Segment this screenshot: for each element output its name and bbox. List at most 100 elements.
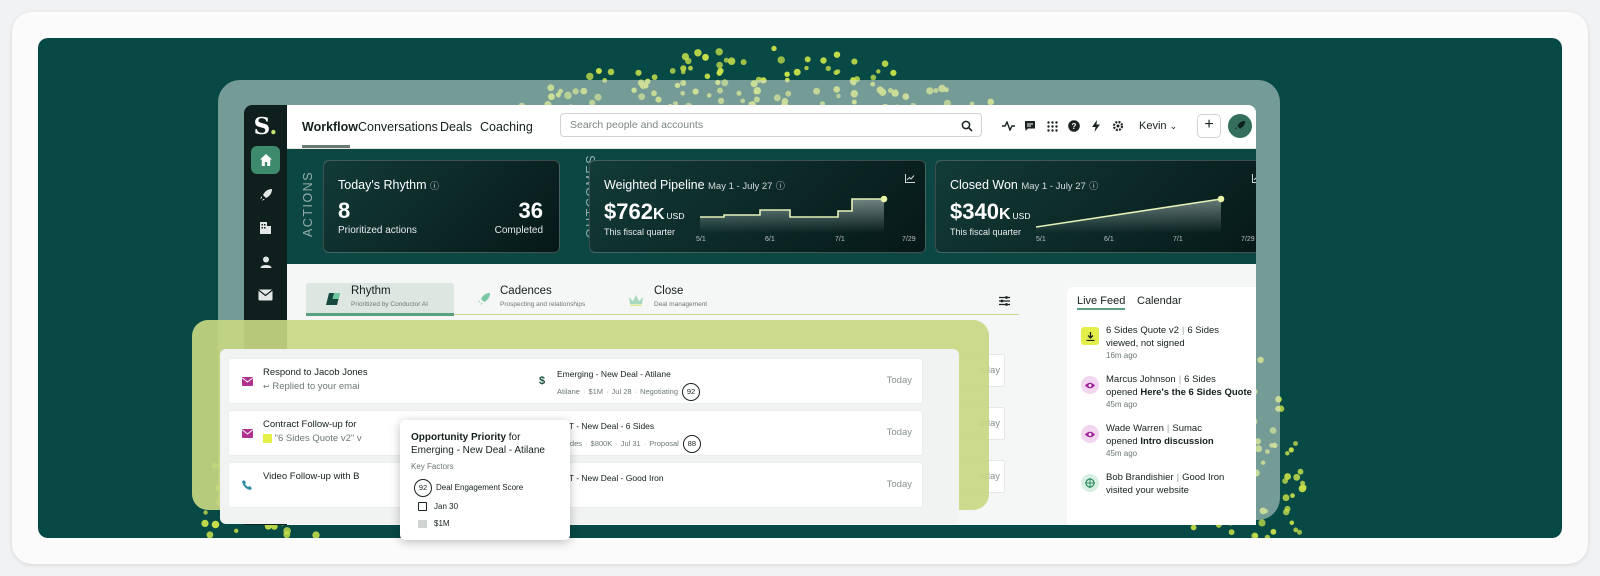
download-icon bbox=[263, 433, 272, 443]
rhythm-card[interactable]: Today's Rhythm ⓘ 8 36 Prioritized action… bbox=[323, 160, 560, 253]
axis-tick: 6/1 bbox=[765, 236, 775, 243]
mail-icon bbox=[241, 375, 253, 387]
closed-won-card[interactable]: Closed Won May 1 - July 27 ⓘ $340K USD Th… bbox=[935, 160, 1256, 253]
completed-count: 36 bbox=[518, 198, 543, 223]
user-name: Kevin bbox=[1139, 120, 1167, 132]
table-row[interactable]: Contract Follow-up for "6 Sides Quote v2… bbox=[228, 410, 923, 456]
search-input[interactable]: Search people and accounts bbox=[560, 113, 982, 137]
task-due: Today bbox=[886, 427, 912, 438]
tab-rhythm-label: Rhythm bbox=[351, 285, 391, 297]
pipeline-card[interactable]: Weighted Pipeline May 1 - July 27 ⓘ $762… bbox=[589, 160, 926, 253]
axis-tick: 6/1 bbox=[1104, 236, 1114, 243]
feed-item[interactable]: 6 Sides Quote v2 | 6 Sides viewed, not sig… bbox=[1077, 325, 1256, 371]
pipeline-sparkline bbox=[700, 195, 888, 233]
activity-icon[interactable] bbox=[1001, 119, 1015, 133]
deal-meta: Atilane · $1M · Jul 28 · Negotiating 92 bbox=[557, 383, 700, 401]
tab-live-feed[interactable]: Live Feed bbox=[1077, 295, 1125, 307]
deal-name[interactable]: ENT - New Deal - Good Iron bbox=[557, 473, 664, 483]
nav-tab-deals[interactable]: Deals bbox=[440, 120, 472, 134]
axis-tick: 7/1 bbox=[1173, 236, 1183, 243]
prioritized-count: 8 bbox=[338, 198, 351, 223]
download-icon bbox=[1081, 327, 1099, 345]
priority-score: 92 bbox=[682, 383, 700, 401]
feed-item[interactable]: Bob Brandishier | Good Iron visited your w… bbox=[1077, 472, 1256, 518]
task-due: Today bbox=[886, 479, 912, 490]
deal-name[interactable]: ENT - New Deal - 6 Sides bbox=[557, 421, 654, 431]
table-row[interactable]: Respond to Jacob Jones ↩ Replied to your… bbox=[228, 358, 923, 404]
search-icon[interactable] bbox=[961, 119, 973, 137]
settings-icon[interactable] bbox=[1111, 119, 1125, 133]
axis-tick: 7/29 bbox=[1241, 236, 1255, 243]
prioritized-label: Prioritized actions bbox=[338, 225, 417, 236]
axis-tick: 7/29 bbox=[902, 236, 916, 243]
closed-won-caption: This fiscal quarter bbox=[950, 227, 1022, 237]
feed-tab-indicator bbox=[1077, 308, 1125, 310]
actions-section-label: ACTIONS bbox=[301, 170, 316, 238]
eye-icon bbox=[1081, 425, 1099, 443]
task-title: Contract Follow-up for bbox=[263, 419, 357, 430]
deal-meta: 6 Sides·$800K·Jul 31·Proposal88 bbox=[557, 435, 701, 453]
popover-title: Opportunity Priority for Emerging - New … bbox=[411, 432, 545, 456]
person-icon[interactable] bbox=[251, 248, 280, 276]
task-list-panel: Respond to Jacob Jones ↩ Replied to your… bbox=[220, 349, 959, 524]
feed-item[interactable]: Marcus Johnson | 6 Sides opened Here's the… bbox=[1077, 374, 1256, 420]
info-icon: ⓘ bbox=[430, 181, 440, 191]
reply-icon: ↩ bbox=[263, 382, 270, 391]
help-icon[interactable]: ? bbox=[1067, 119, 1081, 133]
logo[interactable]: S. bbox=[244, 113, 287, 140]
lightning-icon[interactable] bbox=[1089, 119, 1103, 133]
table-row[interactable]: Video Follow-up with B $ ENT - New Deal … bbox=[228, 462, 923, 508]
building-icon[interactable] bbox=[251, 214, 280, 242]
axis-tick: 5/1 bbox=[1036, 236, 1046, 243]
add-button[interactable]: + bbox=[1197, 114, 1221, 138]
calendar-icon bbox=[418, 502, 427, 512]
tab-close-subtitle: Deal management bbox=[654, 301, 708, 308]
filter-icon[interactable] bbox=[999, 293, 1010, 311]
tab-close[interactable]: Close Deal management bbox=[609, 283, 759, 315]
task-subtitle: ↩ Replied to your emai bbox=[263, 381, 360, 392]
dollar-icon: $ bbox=[539, 375, 546, 387]
rocket-icon[interactable] bbox=[251, 181, 280, 209]
closed-won-sparkline bbox=[1036, 195, 1225, 233]
pipeline-caption: This fiscal quarter bbox=[604, 227, 676, 237]
mail-icon[interactable] bbox=[251, 281, 280, 309]
closed-won-value: $340K USD bbox=[950, 199, 1031, 224]
chat-icon[interactable] bbox=[1023, 119, 1037, 133]
completed-label: Completed bbox=[494, 225, 543, 236]
top-bar: Workflow Conversations Deals Coaching Se… bbox=[287, 105, 1256, 149]
tab-calendar[interactable]: Calendar bbox=[1137, 295, 1182, 307]
tab-cadences[interactable]: Cadences Prospecting and relationships bbox=[457, 283, 607, 315]
rhythm-tab-icon bbox=[326, 292, 340, 310]
nav-tab-workflow[interactable]: Workflow bbox=[302, 120, 358, 134]
feed-item[interactable]: Wade Warren | Sumac opened Intro discussio… bbox=[1077, 423, 1256, 469]
crown-icon bbox=[629, 293, 643, 311]
tab-rhythm[interactable]: Rhythm Prioritized by Conductor AI bbox=[306, 283, 454, 315]
tab-rhythm-subtitle: Prioritized by Conductor AI bbox=[351, 301, 428, 308]
tab-close-label: Close bbox=[654, 285, 684, 297]
mail-icon bbox=[241, 427, 253, 439]
nav-tab-conversations[interactable]: Conversations bbox=[358, 120, 438, 134]
key-factors-label: Key Factors bbox=[411, 462, 454, 471]
avatar[interactable] bbox=[1228, 114, 1252, 138]
tab-cadences-label: Cadences bbox=[500, 285, 552, 297]
info-icon: ⓘ bbox=[775, 181, 785, 191]
user-menu[interactable]: Kevin ⌄ bbox=[1139, 120, 1177, 132]
chart-icon[interactable] bbox=[1252, 170, 1256, 188]
pipeline-value: $762K USD bbox=[604, 199, 685, 224]
engagement-score-row: 92 Deal Engagement Score bbox=[414, 479, 523, 497]
task-title: Respond to Jacob Jones bbox=[263, 367, 368, 378]
svg-text:?: ? bbox=[1072, 122, 1077, 131]
eye-icon bbox=[1081, 376, 1099, 394]
info-icon: ⓘ bbox=[1089, 181, 1099, 191]
nav-tab-coaching[interactable]: Coaching bbox=[480, 120, 533, 134]
home-icon[interactable] bbox=[251, 146, 280, 174]
date-row: Jan 30 bbox=[418, 502, 458, 512]
opportunity-priority-popover: Opportunity Priority for Emerging - New … bbox=[400, 420, 570, 540]
task-subtitle: "6 Sides Quote v2" v bbox=[263, 433, 362, 444]
tab-cadences-subtitle: Prospecting and relationships bbox=[500, 301, 586, 308]
amount-row: $1M bbox=[418, 519, 450, 528]
task-due: Today bbox=[886, 375, 912, 386]
chart-icon[interactable] bbox=[905, 170, 915, 188]
apps-grid-icon[interactable] bbox=[1045, 119, 1059, 133]
deal-name[interactable]: Emerging - New Deal - Atilane bbox=[557, 369, 671, 379]
